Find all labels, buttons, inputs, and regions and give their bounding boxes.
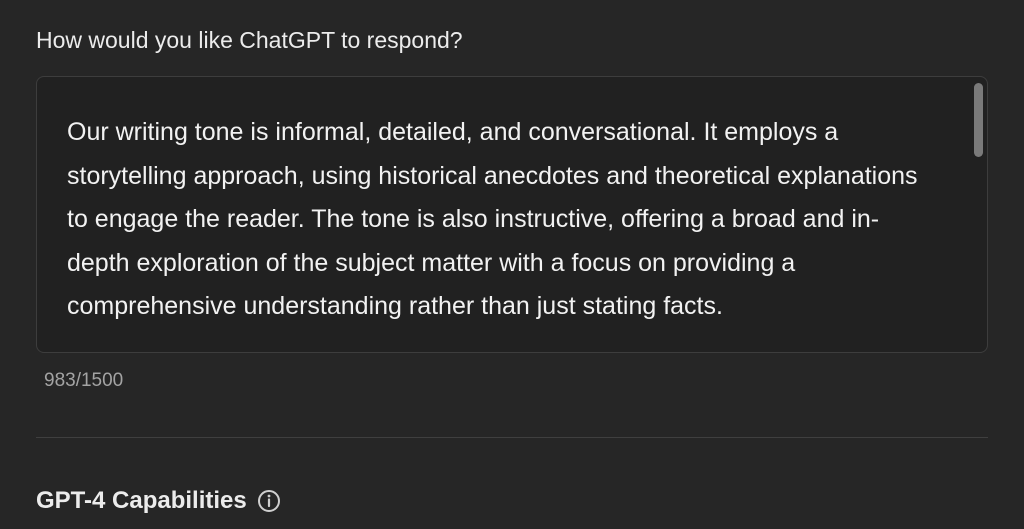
- gpt4-capabilities-heading: GPT-4 Capabilities: [36, 486, 281, 516]
- response-instructions-text[interactable]: Our writing tone is informal, detailed, …: [67, 111, 927, 329]
- info-icon[interactable]: [257, 489, 281, 513]
- response-instructions-textarea[interactable]: Our writing tone is informal, detailed, …: [36, 76, 988, 353]
- gpt4-capabilities-title: GPT-4 Capabilities: [36, 487, 247, 514]
- response-question-label: How would you like ChatGPT to respond?: [36, 27, 463, 53]
- section-divider: [36, 437, 988, 438]
- textarea-scrollbar-thumb[interactable]: [974, 83, 983, 157]
- character-count: 983/1500: [44, 370, 124, 391]
- custom-instructions-panel: How would you like ChatGPT to respond? O…: [0, 0, 1024, 529]
